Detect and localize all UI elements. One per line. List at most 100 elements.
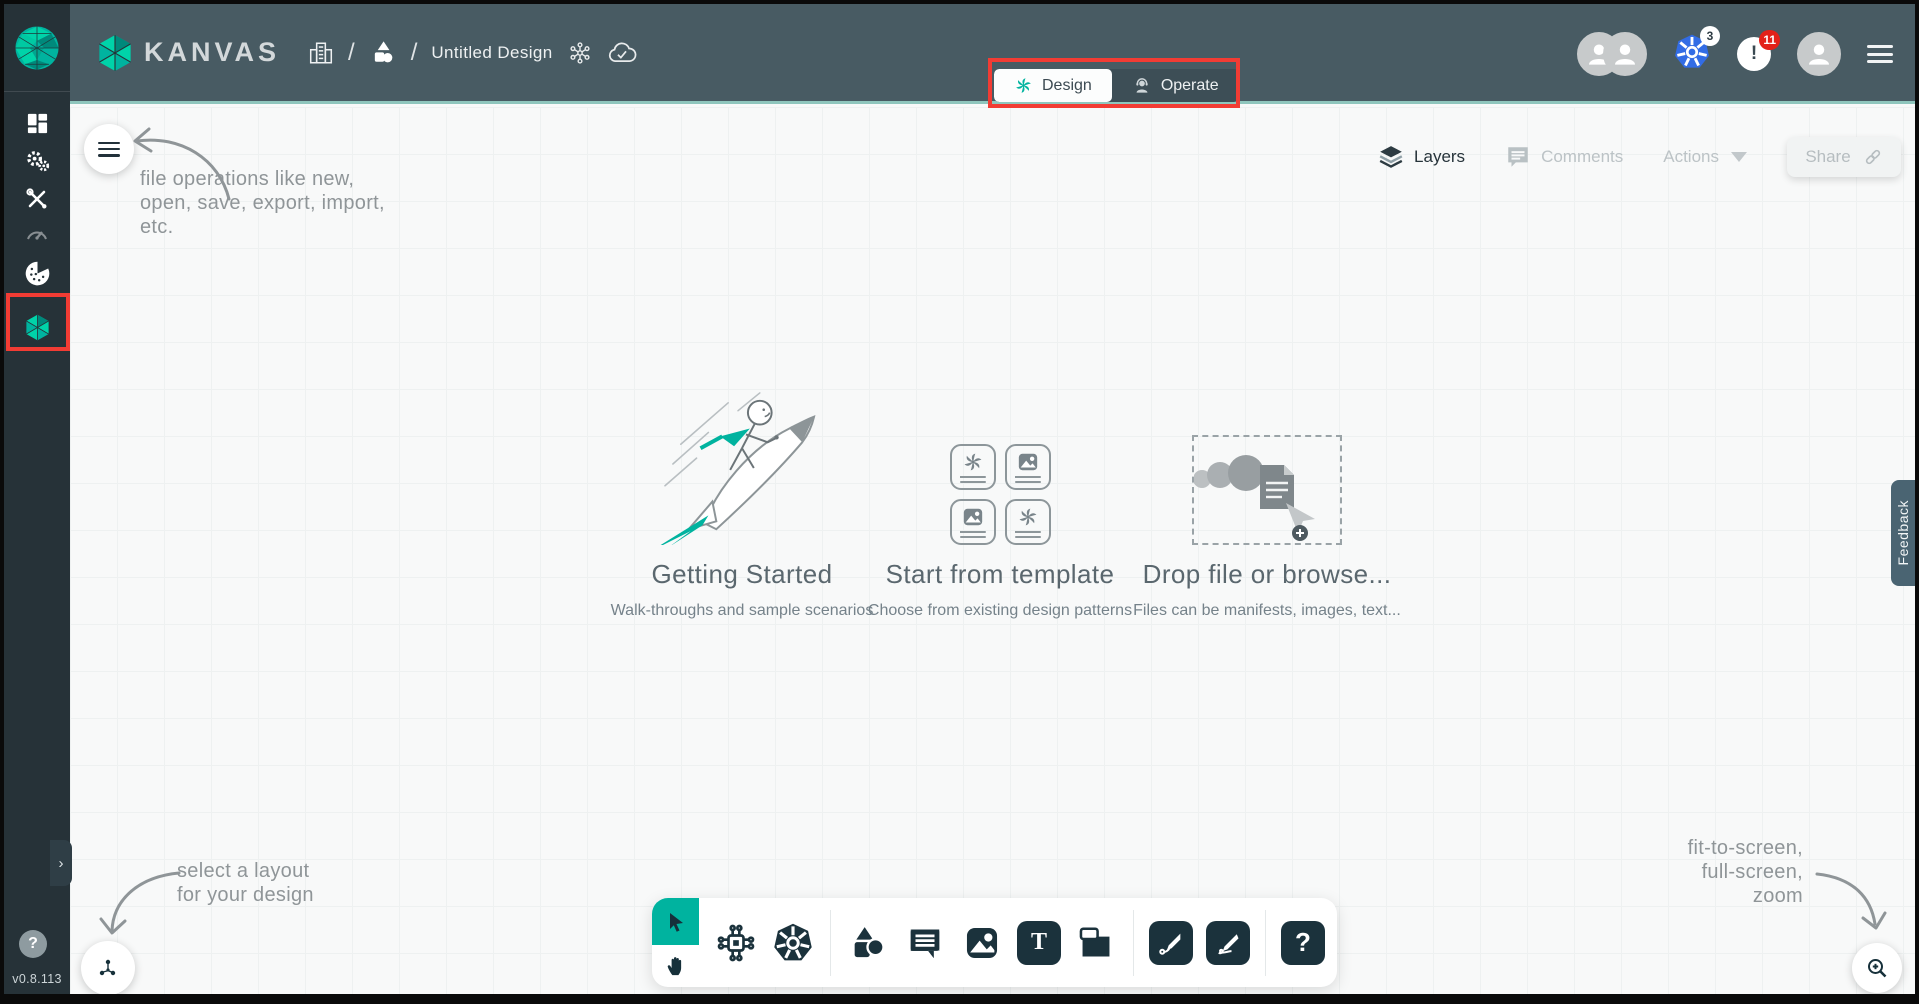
user-avatar[interactable]	[1797, 32, 1841, 76]
toolbar-help-button[interactable]: ?	[1281, 921, 1325, 965]
sidebar: › ? v0.8.113	[4, 4, 70, 994]
kubernetes-context-switcher[interactable]: 3	[1673, 33, 1711, 76]
kubernetes-count-badge: 3	[1700, 26, 1720, 46]
section-icon	[1077, 924, 1115, 962]
link-icon	[1863, 147, 1883, 167]
operate-headset-icon	[1132, 76, 1152, 96]
pan-tool[interactable]	[652, 945, 699, 987]
feedback-tab[interactable]: Feedback	[1891, 480, 1915, 586]
dashboard-icon	[26, 112, 49, 135]
chevron-down-icon	[1731, 152, 1747, 162]
template-tile	[950, 499, 996, 545]
header-menu-icon[interactable]	[1867, 45, 1893, 63]
image-dark-icon	[963, 924, 1001, 962]
drop-file-card[interactable]: Drop file or browse... Files can be mani…	[1117, 385, 1417, 620]
workspace-shapes-icon[interactable]	[369, 39, 397, 67]
meshery-logo[interactable]	[4, 4, 70, 92]
template-tile	[1005, 499, 1051, 545]
image-tool[interactable]	[960, 921, 1004, 965]
window-frame: KANVAS / / Untitled Design	[0, 0, 1919, 1004]
pinwheel-icon	[962, 451, 984, 473]
component-tools	[699, 921, 830, 965]
sidebar-item-lifecycle[interactable]	[4, 144, 70, 178]
cloud-save-icon[interactable]	[607, 40, 637, 66]
sidebar-item-extensions[interactable]	[4, 256, 70, 290]
template-subtitle: Choose from existing design patterns	[850, 602, 1150, 620]
image-icon	[962, 506, 984, 528]
actions-dropdown[interactable]: Actions	[1663, 147, 1747, 167]
help-group: ?	[1266, 921, 1340, 965]
pen-path-icon	[1157, 929, 1185, 957]
actions-label: Actions	[1663, 147, 1719, 167]
brand[interactable]: KANVAS	[96, 34, 280, 72]
comments-toggle[interactable]: Comments	[1505, 144, 1623, 170]
annotation-file-ops: file operations like new, open, save, ex…	[140, 167, 385, 239]
component-tool[interactable]	[714, 921, 758, 965]
menu-icon	[98, 142, 120, 157]
sidebar-expand-chevron[interactable]: ›	[50, 840, 72, 886]
hand-icon	[665, 955, 687, 977]
design-name[interactable]: Untitled Design	[431, 43, 552, 63]
freehand-tool[interactable]	[1206, 921, 1250, 965]
select-tool[interactable]	[652, 898, 699, 945]
organization-icon[interactable]	[308, 40, 334, 66]
annotation-arrow-zoom	[1809, 862, 1894, 942]
cursor-icon	[664, 910, 688, 934]
version-label: v0.8.113	[4, 972, 70, 986]
image-icon	[1017, 451, 1039, 473]
kanvas-hex-icon	[24, 314, 51, 341]
sidebar-item-dashboard[interactable]	[4, 106, 70, 140]
gauge-icon	[25, 223, 49, 247]
canvas[interactable]: file operations like new, open, save, ex…	[70, 107, 1915, 994]
extensions-icon	[24, 260, 51, 287]
chevron-right-icon: ›	[59, 855, 64, 872]
annotation-tools: T	[831, 921, 1133, 965]
share-button[interactable]: Share	[1787, 137, 1901, 177]
shapes-tool[interactable]	[846, 921, 890, 965]
layers-toggle[interactable]: Layers	[1378, 144, 1465, 170]
sidebar-help-button[interactable]: ?	[19, 930, 47, 958]
comment-tool[interactable]	[903, 921, 947, 965]
pencil-sketch-icon	[1214, 929, 1242, 957]
header-right: 3 ! 11	[1577, 4, 1893, 104]
meshery-sphere-icon	[14, 25, 60, 71]
file-menu-button[interactable]	[84, 124, 134, 174]
kanvas-logo-icon	[96, 34, 134, 72]
drawing-tools	[1134, 921, 1265, 965]
notification-center[interactable]: ! 11	[1737, 37, 1771, 71]
annotation-layout: select a layout for your design	[177, 859, 314, 907]
sidebar-item-kanvas[interactable]	[4, 310, 70, 344]
text-tool[interactable]: T	[1017, 921, 1061, 965]
comments-icon	[1505, 144, 1531, 170]
circuit-icon	[716, 923, 756, 963]
shapes-icon	[848, 923, 888, 963]
template-tile	[1005, 444, 1051, 490]
kubernetes-tool[interactable]	[771, 921, 815, 965]
sidebar-item-configuration[interactable]	[4, 182, 70, 216]
tab-design-label: Design	[1042, 77, 1092, 95]
avatar[interactable]	[1603, 32, 1647, 76]
kubernetes-dark-icon	[772, 922, 814, 964]
text-tool-glyph: T	[1031, 929, 1047, 956]
drop-title: Drop file or browse...	[1117, 559, 1417, 590]
getting-started-card[interactable]: Getting Started Walk-throughs and sample…	[592, 385, 892, 620]
template-card[interactable]: Start from template Choose from existing…	[850, 385, 1150, 620]
pen-tool[interactable]	[1149, 921, 1193, 965]
zoom-button[interactable]	[1852, 943, 1902, 993]
wordmark: KANVAS	[144, 37, 280, 68]
section-tool[interactable]	[1074, 921, 1118, 965]
layout-button[interactable]	[81, 941, 135, 994]
comment-bubble-icon	[906, 924, 944, 962]
collaborator-avatars[interactable]	[1577, 32, 1647, 76]
template-tile	[950, 444, 996, 490]
breadcrumb-separator: /	[348, 39, 355, 67]
layers-icon	[1378, 144, 1404, 170]
design-dots-icon[interactable]	[567, 40, 593, 66]
annotation-zoom: fit-to-screen, full-screen, zoom	[1688, 836, 1803, 908]
getting-started-title: Getting Started	[592, 559, 892, 590]
header: KANVAS / / Untitled Design	[70, 4, 1915, 104]
tab-design[interactable]: Design	[994, 69, 1112, 102]
drop-zone[interactable]	[1192, 435, 1342, 545]
sidebar-item-performance[interactable]	[4, 218, 70, 252]
tab-operate[interactable]: Operate	[1112, 69, 1239, 102]
